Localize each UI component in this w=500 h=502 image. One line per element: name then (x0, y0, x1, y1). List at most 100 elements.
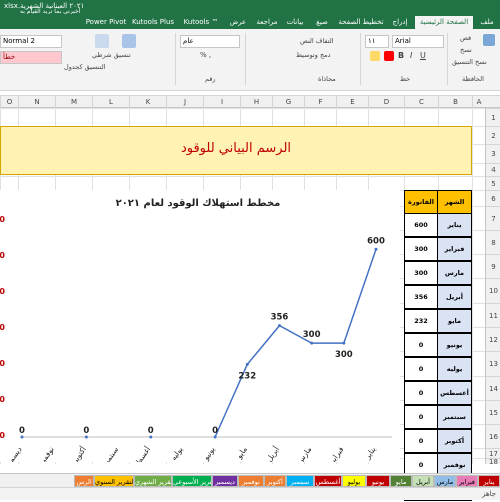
row-header[interactable]: 9 (486, 254, 500, 278)
row-header[interactable]: 18 (486, 458, 500, 466)
data-point[interactable] (374, 247, 378, 251)
row-header[interactable]: 16 (486, 424, 500, 448)
copy-button[interactable]: نسخ (460, 46, 472, 54)
column-header[interactable]: K (129, 96, 166, 108)
ribbon-tab[interactable]: Power Pivot (85, 16, 127, 29)
ribbon-tab[interactable]: تخطيط الصفحة (337, 16, 385, 29)
font-name-box[interactable]: Arial (392, 35, 444, 48)
wrap-text-button[interactable]: التفاف النص (300, 37, 334, 45)
sheet-tab[interactable]: التقرير الأسبوعي (172, 475, 212, 487)
ribbon-tab[interactable]: مراجعة (253, 16, 281, 29)
ribbon-tab[interactable]: Kutools ™ (180, 16, 222, 29)
row-header[interactable]: 5 (486, 176, 500, 190)
data-point[interactable] (310, 341, 314, 345)
table-value-cell[interactable]: 0 (404, 357, 438, 381)
row-header[interactable]: 6 (486, 190, 500, 206)
sheet-tab[interactable]: أبريل (412, 475, 434, 487)
sheet-tab[interactable]: التقرير السنوي (94, 475, 134, 487)
underline-button[interactable]: U (420, 51, 426, 60)
table-month-cell[interactable]: أكتوبر (437, 429, 472, 453)
table-value-cell[interactable]: 300 (404, 237, 438, 261)
format-as-table-icon[interactable] (122, 34, 136, 48)
column-header[interactable]: I (203, 96, 240, 108)
table-value-cell[interactable]: 300 (404, 261, 438, 285)
table-month-cell[interactable]: سبتمبر (437, 405, 472, 429)
ribbon-tab[interactable]: الصفحة الرئيسية (415, 16, 473, 29)
table-month-cell[interactable]: أغسطس (437, 381, 472, 405)
row-header[interactable]: 12 (486, 327, 500, 351)
column-header[interactable]: O (0, 96, 18, 108)
ribbon-tab[interactable]: عرض (228, 16, 248, 29)
column-header[interactable]: C (404, 96, 438, 108)
ribbon-tab[interactable]: ملف (475, 16, 499, 29)
table-value-cell[interactable]: 0 (404, 333, 438, 357)
column-header[interactable]: A (472, 96, 485, 108)
column-header[interactable]: H (240, 96, 272, 108)
sheet-tab[interactable]: الرس (74, 475, 94, 487)
row-header[interactable]: 10 (486, 278, 500, 303)
font-color-icon[interactable] (384, 51, 394, 61)
sheet-tab[interactable]: يونيو (366, 475, 390, 487)
sheet-tab[interactable]: ديسمبر (212, 475, 238, 487)
title-banner-cell[interactable]: الرسم البياني للوقود (0, 126, 472, 175)
paste-icon[interactable] (483, 34, 495, 46)
italic-button[interactable]: I (410, 51, 412, 60)
column-header[interactable]: B (438, 96, 472, 108)
row-header[interactable]: 4 (486, 163, 500, 176)
ribbon-tab[interactable]: بيانات (283, 16, 307, 29)
table-month-cell[interactable]: مارس (437, 261, 472, 285)
sheet-tab[interactable]: سبتمبر (286, 475, 314, 487)
column-header[interactable]: E (336, 96, 368, 108)
data-point[interactable] (245, 362, 249, 366)
row-header[interactable]: 17 (486, 448, 500, 458)
column-header[interactable]: M (55, 96, 92, 108)
column-header[interactable]: D (368, 96, 404, 108)
row-header[interactable]: 7 (486, 206, 500, 230)
format-as-table-button[interactable]: التنسيق كجدول (64, 63, 106, 71)
row-header[interactable]: 3 (486, 144, 500, 163)
number-format-box[interactable]: عام (180, 35, 240, 48)
sheet-tab[interactable]: يناير (478, 475, 500, 487)
column-header[interactable]: L (92, 96, 129, 108)
header-month[interactable]: الشهر (437, 190, 472, 214)
percent-button[interactable]: % , (200, 51, 211, 59)
conditional-formatting-button[interactable]: تنسيق شرطي (92, 51, 131, 59)
row-header[interactable]: 8 (486, 230, 500, 254)
table-month-cell[interactable]: يونيو (437, 333, 472, 357)
table-value-cell[interactable]: 0 (404, 381, 438, 405)
merge-center-button[interactable]: دمج وتوسيط (296, 51, 331, 59)
sheet-tab[interactable]: نوفمبر (238, 475, 264, 487)
row-header[interactable]: 2 (486, 126, 500, 144)
row-header[interactable]: 15 (486, 400, 500, 424)
series-line[interactable] (214, 249, 377, 438)
table-value-cell[interactable]: 356 (404, 285, 438, 309)
table-value-cell[interactable]: 600 (404, 213, 438, 237)
fill-color-icon[interactable] (370, 51, 380, 61)
table-month-cell[interactable]: يوليه (437, 357, 472, 381)
cut-button[interactable]: قص (460, 34, 471, 42)
table-month-cell[interactable]: فبراير (437, 237, 472, 261)
ribbon-tab[interactable]: إدراج (388, 16, 412, 29)
ribbon-tab[interactable]: Kutools Plus (130, 16, 176, 29)
table-month-cell[interactable]: مايو (437, 309, 472, 333)
column-header[interactable]: N (18, 96, 55, 108)
row-header[interactable]: 13 (486, 351, 500, 376)
sheet-tab[interactable]: فبراير (456, 475, 478, 487)
table-month-cell[interactable]: يناير (437, 213, 472, 237)
header-value[interactable]: الفاتورة (404, 190, 438, 214)
format-painter-button[interactable]: نسخ التنسيق (452, 58, 487, 66)
table-value-cell[interactable]: 232 (404, 309, 438, 333)
sheet-tab[interactable]: مايو (390, 475, 412, 487)
ribbon-tab[interactable]: صيغ (312, 16, 332, 29)
line-chart[interactable]: مخطط استهلاك الوقود لعام ٢٠٢١00000000000… (0, 190, 400, 462)
sheet-tab[interactable]: أغسطس (314, 475, 342, 487)
font-size-box[interactable]: ١١ (365, 35, 389, 48)
style-bad[interactable]: خطأ (0, 51, 62, 64)
row-header[interactable]: 1 (486, 108, 500, 126)
table-value-cell[interactable]: 0 (404, 429, 438, 453)
table-value-cell[interactable]: 0 (404, 405, 438, 429)
column-header[interactable]: F (304, 96, 336, 108)
table-month-cell[interactable]: أبريل (437, 285, 472, 309)
column-header[interactable]: J (166, 96, 203, 108)
data-point[interactable] (342, 341, 346, 345)
